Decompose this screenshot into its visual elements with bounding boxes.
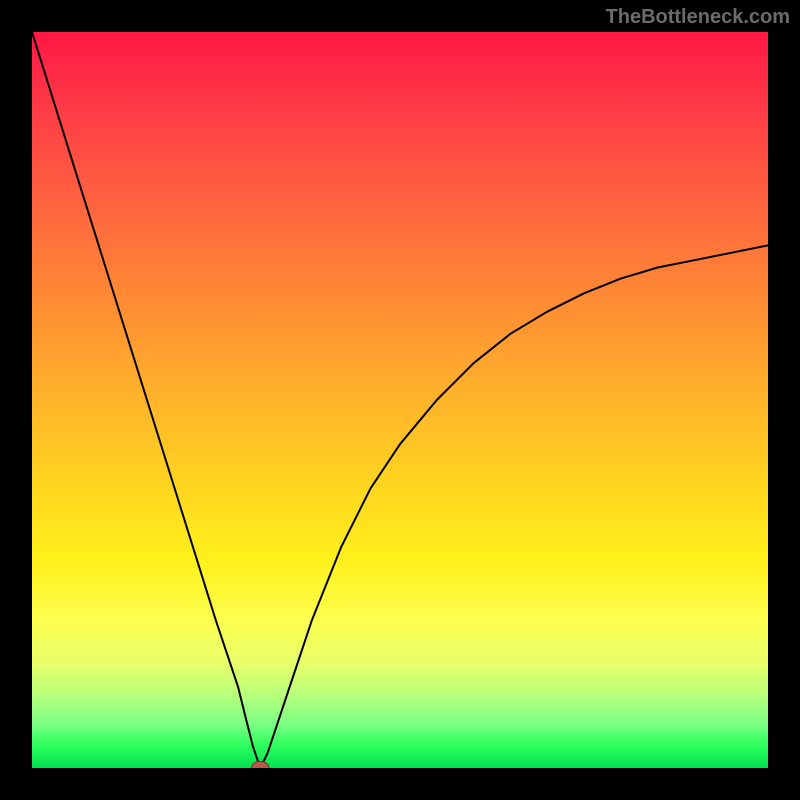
chart-frame: TheBottleneck.com xyxy=(0,0,800,800)
chart-svg xyxy=(32,32,768,768)
optimum-marker xyxy=(251,761,269,768)
bottleneck-curve xyxy=(32,32,768,768)
plot-area xyxy=(32,32,768,768)
watermark-text: TheBottleneck.com xyxy=(606,6,790,29)
